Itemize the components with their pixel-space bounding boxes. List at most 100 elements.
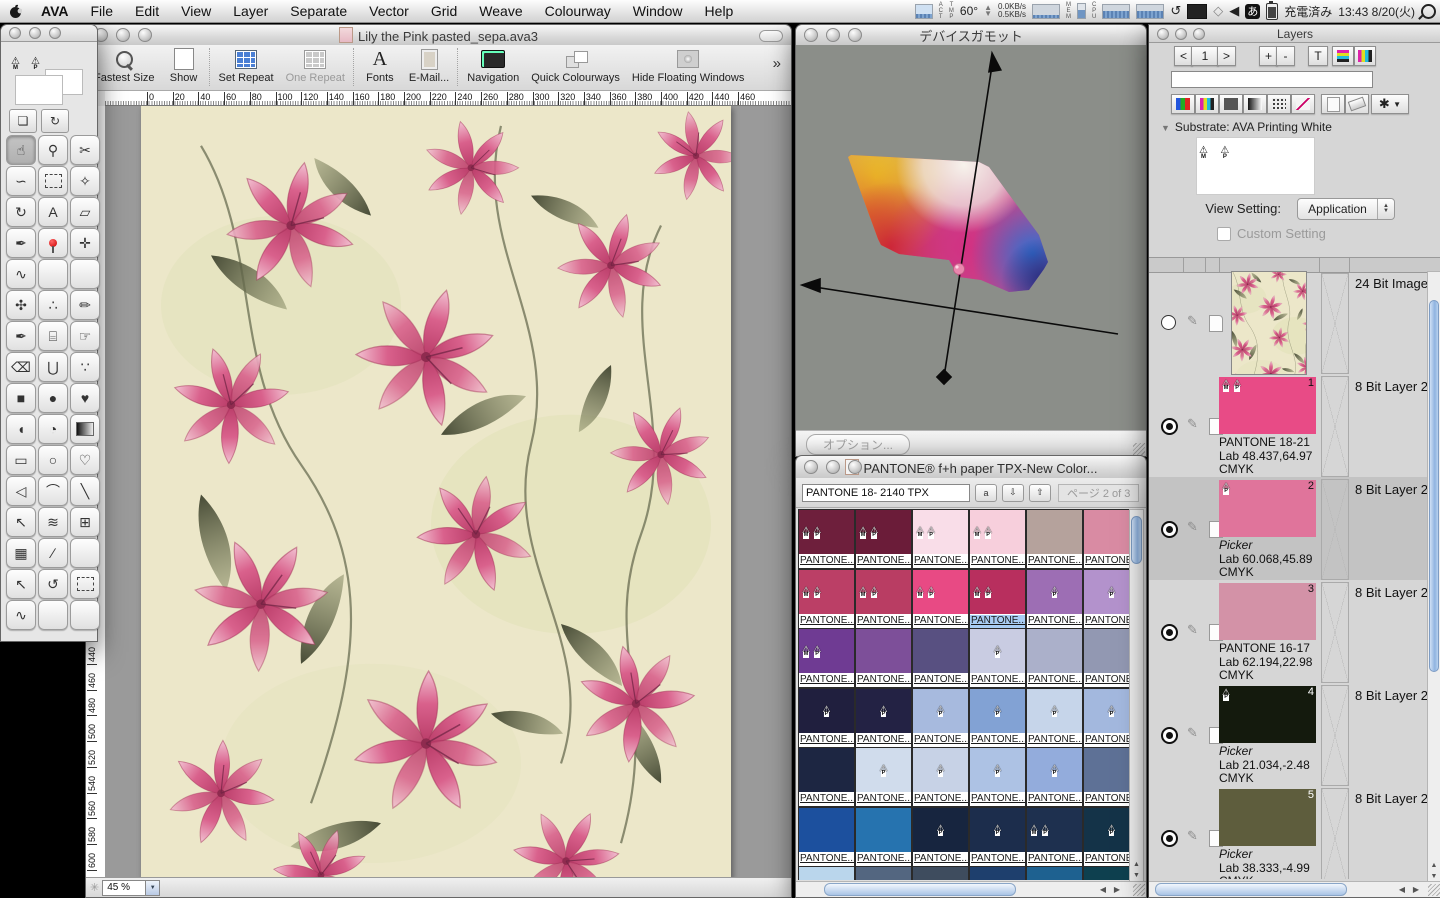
- pantone-swatch[interactable]: ⚠PPANTONE...: [855, 747, 912, 807]
- hand-tool[interactable]: ☝: [6, 135, 36, 165]
- cmyk-mode-button[interactable]: [1195, 94, 1219, 114]
- layer-visibility-radio[interactable]: [1161, 727, 1178, 744]
- pantone-swatch[interactable]: ⚠PPANTONE...: [1083, 688, 1130, 748]
- pencil-icon[interactable]: ✎: [1187, 313, 1198, 329]
- text-layer-button[interactable]: T: [1308, 46, 1328, 66]
- pin-tool[interactable]: [38, 228, 68, 258]
- document-titlebar[interactable]: Lily the Pink pasted_sepa.ava3: [86, 25, 791, 46]
- pencil-icon[interactable]: ✎: [1187, 416, 1198, 432]
- pantone-swatch[interactable]: ⚠PPANTONE...: [912, 807, 969, 867]
- layers-window-controls[interactable]: [1157, 28, 1205, 40]
- pantone-swatch[interactable]: ⚠M⚠PPANTONE...: [798, 509, 855, 569]
- scroll-down-arrow[interactable]: ▼: [1130, 872, 1143, 879]
- separation-box[interactable]: [1321, 788, 1349, 879]
- pantone-swatch[interactable]: PANTONE...: [912, 628, 969, 688]
- picker-arrow-tool[interactable]: ✒: [6, 321, 36, 351]
- pantone-swatch[interactable]: PANTONE...: [1083, 866, 1130, 880]
- arrow-pin-tool[interactable]: ↖: [6, 569, 36, 599]
- halftone-button[interactable]: [1267, 94, 1291, 114]
- skew-tool[interactable]: ▱: [70, 197, 100, 227]
- pantone-horizontal-scrollbar[interactable]: ◀ ▶: [796, 881, 1146, 897]
- reset-colors-button[interactable]: ↻: [41, 109, 69, 133]
- rgb-mode-button[interactable]: [1171, 94, 1195, 114]
- menu-item-help[interactable]: Help: [694, 0, 745, 22]
- gradient-tool[interactable]: [70, 414, 100, 444]
- filled-arc-tool[interactable]: ◔: [38, 414, 68, 444]
- menu-item-edit[interactable]: Edit: [124, 0, 170, 22]
- filled-poly-tool[interactable]: ◖: [6, 414, 36, 444]
- options-button[interactable]: オプション...: [806, 434, 910, 455]
- ellipse-tool[interactable]: ○: [38, 445, 68, 475]
- pantone-swatch[interactable]: PANTONE...: [969, 866, 1026, 880]
- transform-rect-tool[interactable]: [70, 569, 100, 599]
- pantone-swatch[interactable]: PANTONE...: [855, 807, 912, 867]
- pencil-icon[interactable]: ✎: [1187, 725, 1198, 741]
- pantone-swatch[interactable]: PANTONE...: [1083, 509, 1130, 569]
- pantone-titlebar[interactable]: PANTONE® f+h paper TPX-New Color...: [796, 456, 1146, 479]
- layer-row[interactable]: ✎2⚠PPickerLab 60.068,45.89CMYK8 Bit Laye…: [1149, 477, 1440, 580]
- brush-tool[interactable]: ✣: [6, 290, 36, 320]
- bucket-tool[interactable]: ⋃: [38, 352, 68, 382]
- network-graph[interactable]: [1032, 4, 1060, 19]
- palette-window-controls[interactable]: [9, 27, 61, 39]
- gray-mode-button[interactable]: [1219, 94, 1243, 114]
- toolbar-button-fastest-size[interactable]: Fastest Size: [94, 48, 155, 84]
- layer-visibility-radio[interactable]: [1161, 315, 1176, 330]
- spray-tool[interactable]: ∴: [38, 290, 68, 320]
- substrate-row[interactable]: ▼Substrate: AVA Printing White: [1161, 120, 1332, 134]
- input-method-icon[interactable]: あ: [1245, 4, 1260, 19]
- text-tool[interactable]: A: [38, 197, 68, 227]
- layer-color-swatch[interactable]: 5: [1219, 789, 1316, 846]
- displays-menu-icon[interactable]: [1187, 4, 1207, 19]
- pantone-swatch[interactable]: ⚠PPANTONE...: [969, 747, 1026, 807]
- gear-menu-button[interactable]: ✱ ▼: [1371, 94, 1409, 114]
- pantone-swatch[interactable]: PANTONE...: [798, 866, 855, 880]
- page-next-button[interactable]: ⇧: [1029, 484, 1051, 502]
- layer-row[interactable]: ✎4⚠PPickerLab 21.034,-2.48CMYK8 Bit Laye…: [1149, 683, 1440, 786]
- menu-item-file[interactable]: File: [79, 0, 124, 22]
- scroll-up-arrow[interactable]: ▲: [1130, 861, 1143, 868]
- pantone-swatch[interactable]: ⚠PPANTONE...: [1026, 747, 1083, 807]
- layer-row[interactable]: ✎5PickerLab 38.333,-4.99CMYK8 Bit Layer …: [1149, 786, 1440, 879]
- clock[interactable]: 13:43 8/20(火): [1338, 3, 1415, 20]
- layer-name-field[interactable]: [1171, 71, 1373, 88]
- document-canvas[interactable]: [105, 106, 791, 878]
- pencil-tool[interactable]: ✏: [70, 290, 100, 320]
- separation-box[interactable]: [1321, 479, 1349, 580]
- layer-visibility-radio[interactable]: [1161, 418, 1178, 435]
- bezier-edit-tool[interactable]: ∿: [6, 600, 36, 630]
- pantone-swatch[interactable]: ⚠M⚠PPANTONE...: [855, 569, 912, 629]
- pantone-swatch[interactable]: ⚠PPANTONE...: [855, 688, 912, 748]
- toolbar-button-show[interactable]: Show: [167, 48, 201, 84]
- menu-item-separate[interactable]: Separate: [279, 0, 358, 22]
- gamut-titlebar[interactable]: デバイスガモット: [796, 25, 1146, 46]
- display-status-icon[interactable]: [915, 4, 933, 19]
- grid-tool[interactable]: ▦: [6, 538, 36, 568]
- stamp-tool[interactable]: ⌸: [38, 321, 68, 351]
- wand-tool[interactable]: ✧: [70, 166, 100, 196]
- pantone-swatch[interactable]: ⚠M⚠PPANTONE...: [1026, 807, 1083, 867]
- bezier-tool[interactable]: ∿: [6, 259, 36, 289]
- pencil-icon[interactable]: ✎: [1187, 828, 1198, 844]
- toolbar-overflow-chevron[interactable]: »: [773, 55, 781, 72]
- pencil-icon[interactable]: ✎: [1187, 622, 1198, 638]
- menu-item-grid[interactable]: Grid: [420, 0, 468, 22]
- layers-vertical-scrollbar[interactable]: ▲ ▼: [1427, 271, 1440, 883]
- pantone-swatch[interactable]: ⚠M⚠PPANTONE...: [798, 569, 855, 629]
- scrollbar-thumb[interactable]: [1131, 516, 1142, 564]
- perspective-grid-tool[interactable]: ⊞: [70, 507, 100, 537]
- substrate-swatch[interactable]: ⚠M ⚠P: [1196, 137, 1315, 195]
- scroll-right-arrow[interactable]: ▶: [1413, 885, 1419, 894]
- scroll-left-arrow[interactable]: ◀: [1100, 885, 1106, 894]
- view-setting-popup[interactable]: Application ▲▼: [1297, 198, 1395, 220]
- menu-item-weave[interactable]: Weave: [468, 0, 533, 22]
- pantone-swatch[interactable]: PANTONE...: [1026, 509, 1083, 569]
- filled-heart-tool[interactable]: ♥: [70, 383, 100, 413]
- foreground-color-swatch[interactable]: [15, 75, 63, 105]
- separation-box[interactable]: [1321, 582, 1349, 683]
- menu-item-ava[interactable]: AVA: [30, 0, 79, 22]
- pantone-swatch[interactable]: ⚠M⚠PPANTONE...: [912, 569, 969, 629]
- gamut-window-controls[interactable]: [804, 28, 862, 42]
- rotate-selection-tool[interactable]: ↺: [38, 569, 68, 599]
- menu-item-vector[interactable]: Vector: [358, 0, 420, 22]
